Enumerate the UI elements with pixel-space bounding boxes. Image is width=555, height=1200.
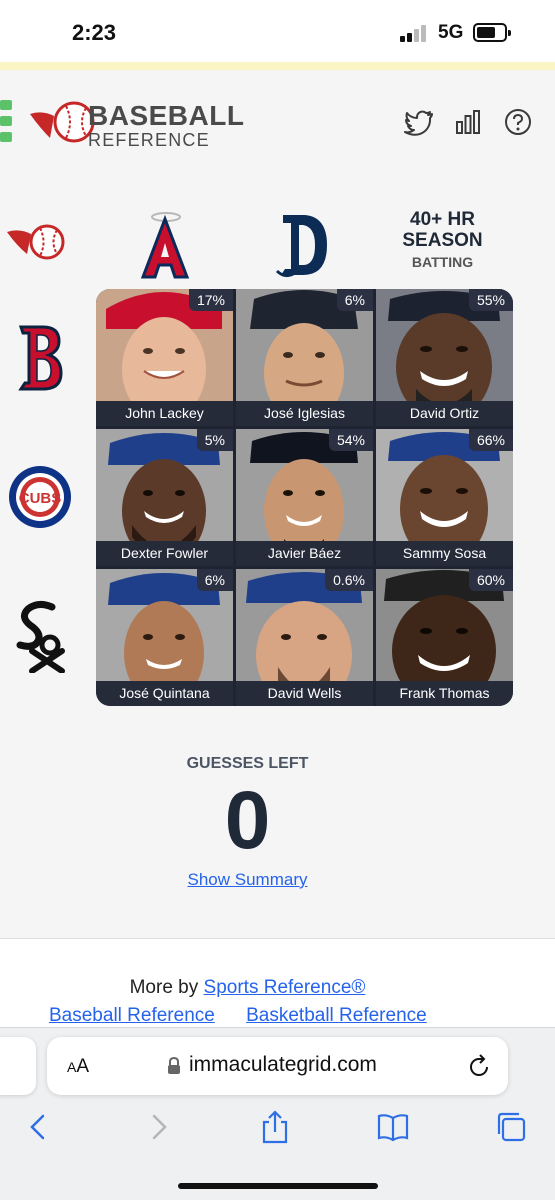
previous-tab-preview[interactable] xyxy=(0,1037,36,1095)
player-name: John Lackey xyxy=(96,401,233,426)
baseball-reference-link[interactable]: Baseball Reference xyxy=(49,1005,215,1026)
pct-badge: 17% xyxy=(188,289,233,311)
bookmarks-icon[interactable] xyxy=(376,1110,410,1144)
grid-cell-1[interactable]: 17% John Lackey xyxy=(96,289,233,426)
pct-badge: 54% xyxy=(328,429,373,451)
guesses-left-label: GUESSES LEFT xyxy=(186,755,309,772)
tabs-icon[interactable] xyxy=(494,1110,528,1144)
twitter-icon[interactable] xyxy=(403,106,435,138)
baseball-reference-corner-icon xyxy=(7,224,65,260)
grid-cell-5[interactable]: 54% Javier Báez xyxy=(236,429,373,566)
reference-links: Baseball Reference Basketball Reference xyxy=(49,1005,453,1027)
column-header-tigers xyxy=(238,205,368,285)
answer-grid: 17% John Lackey 6% José Iglesias 55% Dav… xyxy=(96,289,513,706)
pct-badge: 6% xyxy=(196,569,233,591)
address-bar[interactable]: AA immaculategrid.com xyxy=(47,1037,508,1095)
status-bar: 2:23 5G xyxy=(0,0,555,62)
pct-badge: 0.6% xyxy=(325,569,373,591)
sports-reference-link[interactable]: Sports Reference® xyxy=(204,977,366,998)
show-summary-link[interactable]: Show Summary xyxy=(0,870,495,890)
player-name: José Iglesias xyxy=(236,401,373,426)
player-name: Javier Báez xyxy=(236,541,373,566)
pct-badge: 6% xyxy=(336,289,373,311)
more-by-line: More by Sports Reference® xyxy=(0,977,495,999)
forward-icon[interactable] xyxy=(141,1110,175,1144)
logo-text[interactable]: BASEBALL REFERENCE xyxy=(88,100,245,150)
grid-cell-7[interactable]: 6% José Quintana xyxy=(96,569,233,706)
red-sox-logo-icon xyxy=(18,325,63,391)
aa-small: A xyxy=(67,1059,77,1075)
logo-line2: REFERENCE xyxy=(88,130,210,150)
clock: 2:23 xyxy=(72,20,117,45)
grid-cell-4[interactable]: 5% Dexter Fowler xyxy=(96,429,233,566)
guesses-left-count: 0 xyxy=(224,775,271,866)
pct-badge: 55% xyxy=(468,289,513,311)
stats-icon[interactable] xyxy=(452,106,484,138)
url-text: immaculategrid.com xyxy=(189,1053,377,1076)
player-name: Frank Thomas xyxy=(376,681,513,706)
help-icon[interactable] xyxy=(502,106,534,138)
grid-cell-3[interactable]: 55% David Ortiz xyxy=(376,289,513,426)
cubs-label: CUBS xyxy=(19,490,62,507)
back-icon[interactable] xyxy=(22,1110,56,1144)
player-name: José Quintana xyxy=(96,681,233,706)
grid-cell-2[interactable]: 6% José Iglesias xyxy=(236,289,373,426)
white-sox-logo-icon xyxy=(16,600,65,673)
reader-settings-button[interactable]: AA xyxy=(67,1056,89,1078)
pct-badge: 66% xyxy=(468,429,513,451)
pct-badge: 5% xyxy=(196,429,233,451)
player-name: David Ortiz xyxy=(376,401,513,426)
grid-cell-8[interactable]: 0.6% David Wells xyxy=(236,569,373,706)
more-by-text: More by xyxy=(129,977,204,998)
home-indicator xyxy=(178,1183,378,1189)
network-label: 5G xyxy=(438,22,464,43)
angels-logo-icon xyxy=(140,212,190,279)
stat-title: 40+ HR xyxy=(410,209,475,230)
grid-cell-6[interactable]: 66% Sammy Sosa xyxy=(376,429,513,566)
battery-icon xyxy=(473,23,511,42)
top-strip xyxy=(0,62,555,70)
stat-subtitle: BATTING xyxy=(411,253,474,270)
reload-icon[interactable] xyxy=(467,1053,491,1079)
stat-title-2: SEASON xyxy=(402,229,483,251)
column-header-angels xyxy=(100,205,230,285)
lock-icon xyxy=(168,1057,180,1074)
player-name: Dexter Fowler xyxy=(96,541,233,566)
signal-icon xyxy=(400,24,428,42)
menu-icon[interactable] xyxy=(0,100,12,144)
row-header-cubs: CUBS xyxy=(0,457,80,537)
tigers-logo-icon xyxy=(275,215,327,278)
column-header-stat: 40+ HR SEASON BATTING xyxy=(375,209,510,270)
pct-badge: 60% xyxy=(468,569,513,591)
basketball-reference-link[interactable]: Basketball Reference xyxy=(246,1005,427,1026)
row-header-red-sox xyxy=(0,318,80,398)
logo-line1: BASEBALL xyxy=(88,100,245,131)
player-name: David Wells xyxy=(236,681,373,706)
row-header-white-sox xyxy=(0,596,80,676)
aa-big: A xyxy=(76,1056,90,1077)
grid-cell-9[interactable]: 60% Frank Thomas xyxy=(376,569,513,706)
player-name: Sammy Sosa xyxy=(376,541,513,566)
cubs-logo-icon: CUBS xyxy=(9,466,71,528)
share-icon[interactable] xyxy=(258,1110,292,1144)
